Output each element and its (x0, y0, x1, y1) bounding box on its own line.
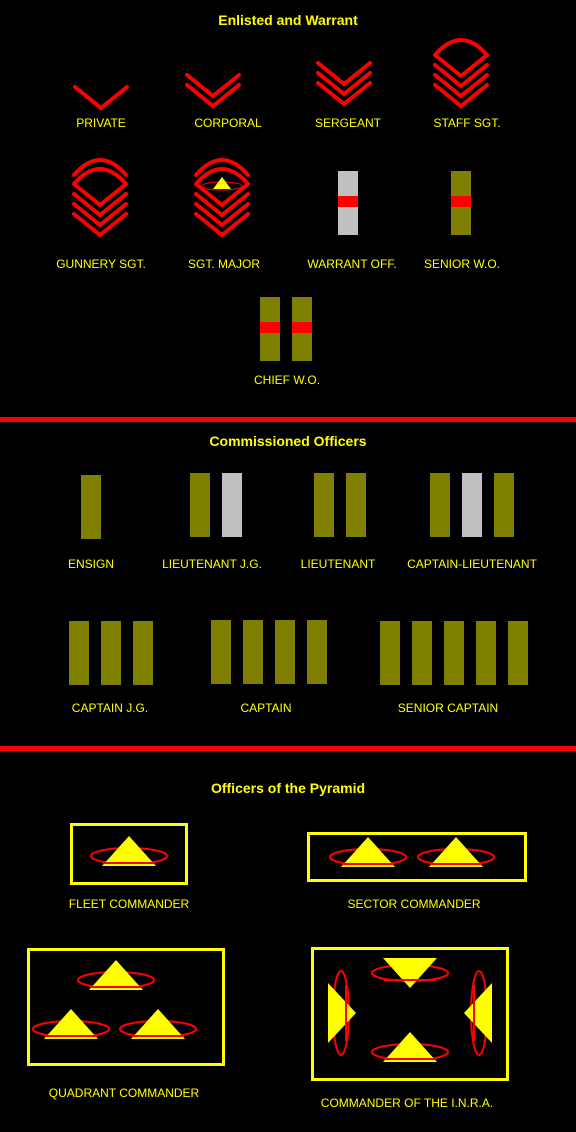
rank-label-captain: CAPTAIN (240, 701, 292, 715)
bar-shape (444, 621, 464, 685)
rank-label-staff-sgt: STAFF SGT. (433, 116, 501, 130)
pyramid-shape (464, 983, 492, 1043)
rank-label-chief-wo: CHIEF W.O. (254, 373, 320, 387)
bar-shape (430, 473, 450, 537)
bar-shape (69, 621, 89, 685)
ensign-insignia-icon (81, 475, 101, 539)
private-insignia-icon (73, 85, 129, 111)
pyramid-shape (429, 837, 483, 867)
stripe-shape (292, 322, 312, 333)
bar-shape (133, 621, 153, 685)
rank-label-captain-lieutenant: CAPTAIN-LIEUTENANT (407, 557, 537, 571)
quadrant-commander-insignia-icon (27, 948, 225, 1066)
section-title-enlisted: Enlisted and Warrant (218, 12, 358, 28)
rank-label-senior-captain: SENIOR CAPTAIN (397, 701, 499, 715)
bar-shape (462, 473, 482, 537)
lieutenant-insignia-icon (314, 473, 366, 537)
pyramid-shape (102, 836, 156, 866)
sector-commander-insignia-icon (307, 832, 527, 882)
stripe-shape (451, 196, 471, 207)
rank-label-gunnery-sgt: GUNNERY SGT. (56, 257, 146, 271)
rank-label-sergeant: SERGEANT (314, 116, 382, 130)
bar-shape (314, 473, 334, 537)
bar-shape (101, 621, 121, 685)
section-divider (0, 746, 576, 751)
pyramid-shape (89, 960, 143, 990)
rank-label-private: PRIVATE (76, 116, 126, 130)
bar-shape (275, 620, 295, 684)
rank-label-lieutenant: LIEUTENANT (300, 557, 376, 571)
rank-label-sector-commander: SECTOR COMMANDER (347, 897, 481, 911)
rank-label-ensign: ENSIGN (67, 557, 115, 571)
bar-shape (412, 621, 432, 685)
bar-shape (307, 620, 327, 684)
rank-label-sgt-major: SGT. MAJOR (187, 257, 261, 271)
section-title-commissioned: Commissioned Officers (209, 433, 367, 449)
rank-label-inra-commander: COMMANDER OF THE I.N.R.A. (320, 1096, 494, 1110)
senior-captain-insignia-icon (380, 621, 528, 685)
rank-label-senior-wo: SENIOR W.O. (423, 257, 501, 271)
warrant-off-insignia-icon (338, 171, 358, 235)
bar-shape (476, 621, 496, 685)
fleet-commander-insignia-icon (70, 823, 188, 885)
bar-shape (211, 620, 231, 684)
bar-shape (494, 473, 514, 537)
stripe-shape (260, 322, 280, 333)
frame-shape (27, 948, 225, 1066)
pyramid-shape (213, 177, 231, 189)
pyramid-shape (131, 1009, 185, 1039)
corporal-insignia-icon (185, 73, 241, 109)
bar-shape (190, 473, 210, 537)
pyramid-shape (328, 983, 356, 1043)
senior-wo-insignia-icon (451, 171, 471, 235)
bar-shape (380, 621, 400, 685)
rank-label-warrant-off: WARRANT OFF. (307, 257, 397, 271)
sergeant-insignia-icon (316, 61, 372, 107)
bar-shape (346, 473, 366, 537)
stripe-shape (338, 196, 358, 207)
rank-label-captain-jg: CAPTAIN J.G. (71, 701, 149, 715)
section-title-pyramid: Officers of the Pyramid (210, 780, 366, 796)
rank-label-fleet-commander: FLEET COMMANDER (68, 897, 190, 911)
section-divider (0, 417, 576, 422)
pyramid-shape (383, 1032, 437, 1062)
inra-commander-insignia-icon (311, 947, 509, 1081)
pyramid-shape (44, 1009, 98, 1039)
bar-shape (243, 620, 263, 684)
rank-label-lieutenant-jg: LIEUTENANT J.G. (162, 557, 262, 571)
pyramid-shape (383, 958, 437, 988)
gunnery-sgt-insignia-icon (72, 158, 128, 238)
bar-shape (222, 473, 242, 537)
bar-shape (508, 621, 528, 685)
captain-lieutenant-insignia-icon (430, 473, 514, 537)
captain-jg-insignia-icon (69, 621, 153, 685)
rank-label-quadrant-commander: QUADRANT COMMANDER (48, 1086, 200, 1100)
captain-insignia-icon (211, 620, 327, 684)
sgt-major-insignia-icon (194, 158, 250, 238)
chevron-shape (73, 85, 129, 111)
chief-wo-insignia-icon (260, 297, 312, 361)
bar-shape (81, 475, 101, 539)
pyramid-shape (341, 837, 395, 867)
lieutenant-jg-insignia-icon (190, 473, 242, 537)
rank-label-corporal: CORPORAL (194, 116, 262, 130)
staff-sgt-insignia-icon (433, 38, 489, 109)
